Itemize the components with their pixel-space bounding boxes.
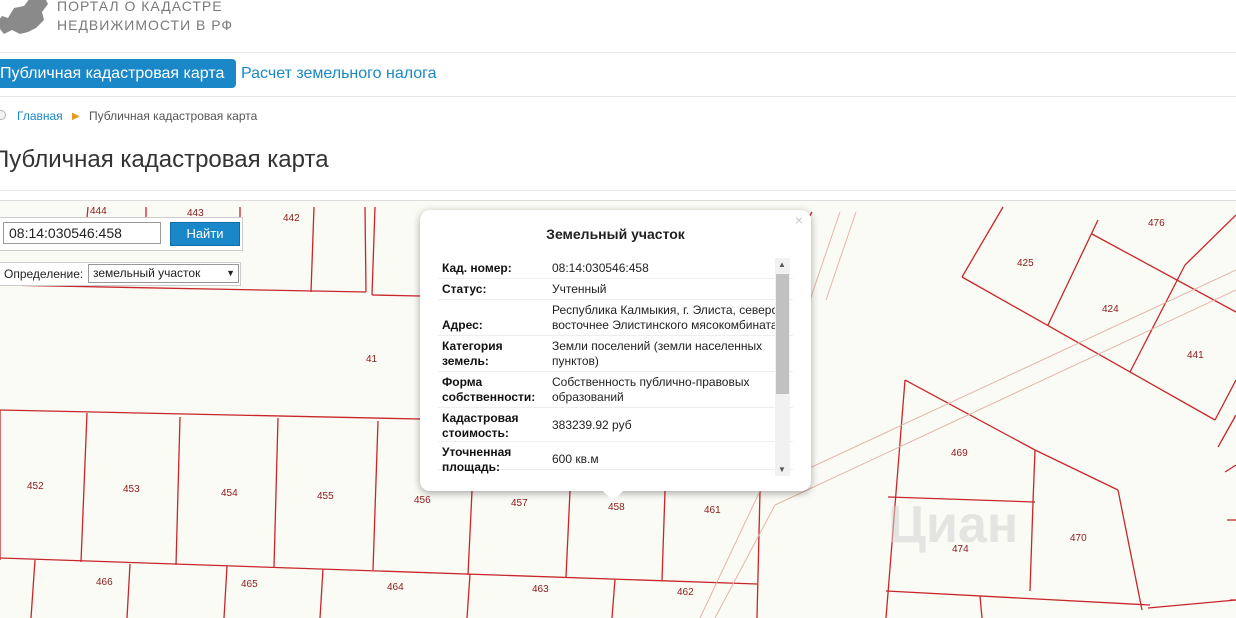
- parcel-label: 441: [1187, 350, 1204, 361]
- parcel-label: 453: [123, 484, 140, 495]
- parcel-label: 425: [1017, 258, 1034, 269]
- parcel-info-popup: × Земельный участок Кад. номер: 08:14:03…: [420, 210, 811, 491]
- property-row: Категория земель: Земли поселений (земли…: [438, 336, 793, 372]
- property-value: Собственность публично-правовых образова…: [552, 375, 750, 404]
- definition-label: Определение:: [4, 267, 84, 281]
- property-key: Категория земель:: [442, 339, 503, 368]
- scroll-down-icon[interactable]: ▼: [778, 465, 786, 474]
- portal-title[interactable]: ПОРТАЛ О КАДАСТРЕ НЕДВИЖИМОСТИ В РФ: [57, 0, 233, 35]
- breadcrumb-home-link[interactable]: Главная: [17, 106, 63, 126]
- property-value: 383239.92 руб: [552, 418, 632, 432]
- breadcrumb-current: Публичная кадастровая карта: [89, 109, 258, 123]
- property-key: Кадастровая стоимость:: [442, 411, 519, 440]
- search-button[interactable]: Найти: [170, 222, 240, 246]
- property-row: Форма собственности: Собственность публи…: [438, 372, 793, 408]
- property-key: Статус:: [442, 282, 487, 296]
- popup-title: Земельный участок: [546, 226, 685, 242]
- site-header: ПОРТАЛ О КАДАСТРЕ НЕДВИЖИМОСТИ В РФ: [0, 0, 1236, 53]
- title-divider: [0, 190, 1236, 191]
- portal-title-line2: НЕДВИЖИМОСТИ В РФ: [57, 17, 234, 33]
- home-icon[interactable]: [0, 110, 6, 120]
- parcel-label: 456: [414, 495, 431, 506]
- parcel-label: 465: [241, 579, 258, 590]
- chevron-down-icon: ▼: [226, 268, 235, 278]
- page-title: Публичная кадастровая карта: [0, 146, 329, 173]
- parcel-label: 455: [317, 491, 334, 502]
- property-row: Уточненная площадь: 600 кв.м: [438, 442, 793, 474]
- property-value: Учтенный: [552, 282, 607, 296]
- property-key: Адрес:: [442, 318, 483, 332]
- property-value: 08:14:030546:458: [552, 261, 649, 275]
- definition-panel: Определение: земельный участок ▼: [0, 262, 241, 286]
- parcel-label: 470: [1070, 533, 1087, 544]
- nav-tab-land-tax[interactable]: Расчет земельного налога: [241, 59, 437, 88]
- property-key: Уточненная площадь:: [442, 445, 512, 474]
- parcel-label: 458: [608, 502, 625, 513]
- portal-title-line1: ПОРТАЛ О КАДАСТРЕ: [57, 0, 223, 14]
- definition-select[interactable]: земельный участок ▼: [88, 264, 239, 283]
- parcel-label: 41: [366, 354, 378, 365]
- parcel-label: 461: [704, 505, 721, 516]
- property-value: 600 кв.м: [552, 452, 599, 466]
- russia-map-logo-icon[interactable]: [0, 0, 50, 38]
- property-value: Республика Калмыкия, г. Элиста, северо-в…: [552, 303, 783, 332]
- cian-watermark: Циан: [888, 496, 1019, 554]
- property-key: Форма собственности:: [442, 375, 536, 404]
- parcel-label: 444: [90, 206, 107, 217]
- parcel-label: 463: [532, 584, 549, 595]
- parcel-label: 424: [1102, 304, 1119, 315]
- property-row: Кадастровая стоимость: 383239.92 руб: [438, 408, 793, 442]
- cadastral-number-input[interactable]: 08:14:030546:458: [3, 222, 161, 244]
- property-row: Адрес: Республика Калмыкия, г. Элиста, с…: [438, 300, 793, 336]
- property-row: Кад. номер: 08:14:030546:458: [438, 258, 793, 279]
- main-nav: Публичная кадастровая карта Расчет земел…: [0, 52, 1236, 97]
- parcel-label: 469: [951, 448, 968, 459]
- search-panel: 08:14:030546:458 Найти: [0, 217, 243, 251]
- breadcrumb-arrow-icon: ▶: [72, 111, 80, 122]
- nav-tab-cadastral-map[interactable]: Публичная кадастровая карта: [0, 59, 237, 88]
- parcel-label: 476: [1148, 218, 1165, 229]
- scroll-up-icon[interactable]: ▲: [778, 260, 786, 269]
- parcel-label: 466: [96, 577, 113, 588]
- popup-scrollbar[interactable]: ▲ ▼: [775, 258, 790, 476]
- parcel-properties: Кад. номер: 08:14:030546:458 Статус: Учт…: [438, 258, 793, 480]
- parcel-label: 462: [677, 587, 694, 598]
- popup-pointer: [602, 490, 624, 501]
- parcel-label: 442: [283, 213, 300, 224]
- property-key: Кад. номер:: [442, 261, 512, 275]
- parcel-label: 454: [221, 488, 238, 499]
- definition-select-value: земельный участок: [93, 266, 201, 280]
- parcel-label: 457: [511, 498, 528, 509]
- property-row: Статус: Учтенный: [438, 279, 793, 300]
- parcel-label: 464: [387, 582, 404, 593]
- property-value: Земли поселений (земли населенных пункто…: [552, 339, 763, 368]
- parcel-label: 452: [27, 481, 44, 492]
- scroll-thumb[interactable]: [776, 274, 789, 394]
